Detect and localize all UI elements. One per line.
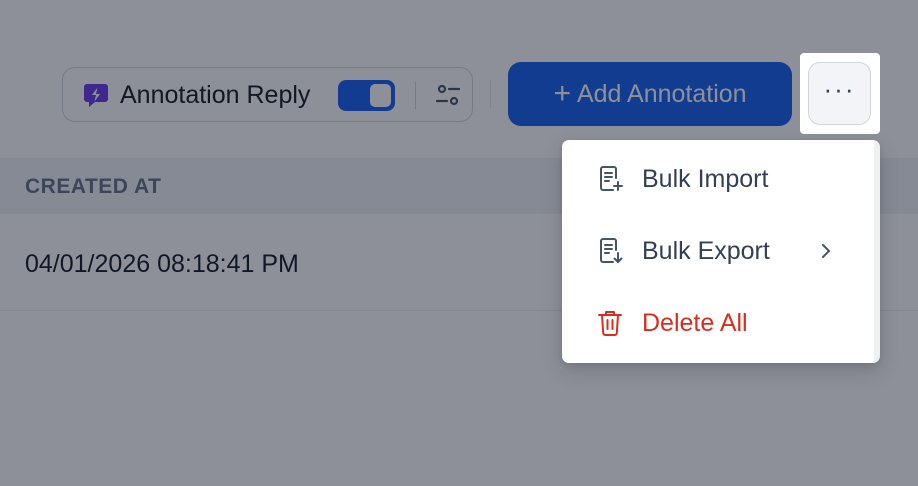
more-button-highlight: ··· <box>800 53 880 134</box>
file-plus-icon <box>600 166 623 191</box>
more-options-menu: Bulk Import Bulk Export Delete All <box>562 140 880 363</box>
menu-item-bulk-export[interactable]: Bulk Export <box>562 219 874 283</box>
menu-item-label: Bulk Import <box>642 165 769 193</box>
trash-icon <box>598 311 622 336</box>
menu-item-bulk-import[interactable]: Bulk Import <box>562 147 874 211</box>
more-dots-icon: ··· <box>823 73 856 104</box>
more-options-button[interactable]: ··· <box>808 62 871 125</box>
file-download-icon <box>600 238 623 263</box>
menu-item-delete-all[interactable]: Delete All <box>562 291 874 355</box>
menu-item-label: Delete All <box>642 309 748 337</box>
menu-item-label: Bulk Export <box>642 237 770 265</box>
chevron-right-icon <box>822 244 830 258</box>
